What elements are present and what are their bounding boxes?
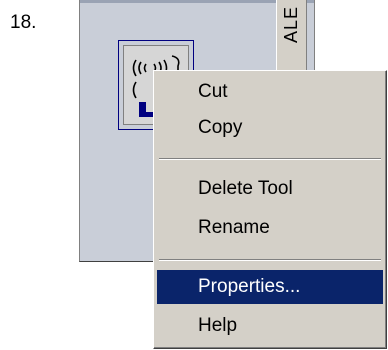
- context-menu: Cut Copy Delete Tool Rename Properties..…: [153, 70, 387, 349]
- side-tab-label: ALE: [281, 6, 301, 44]
- step-number: 18.: [10, 12, 37, 33]
- menu-item-copy[interactable]: Copy: [157, 111, 383, 145]
- menu-item-properties[interactable]: Properties...: [157, 270, 383, 304]
- menu-separator: [159, 158, 381, 160]
- palette-side-tab[interactable]: ALE: [276, 0, 307, 80]
- menu-separator: [159, 259, 381, 261]
- menu-item-rename[interactable]: Rename: [157, 211, 383, 245]
- menu-item-cut[interactable]: Cut: [157, 75, 383, 109]
- menu-item-help[interactable]: Help: [157, 309, 383, 343]
- menu-item-delete-tool[interactable]: Delete Tool: [157, 172, 383, 206]
